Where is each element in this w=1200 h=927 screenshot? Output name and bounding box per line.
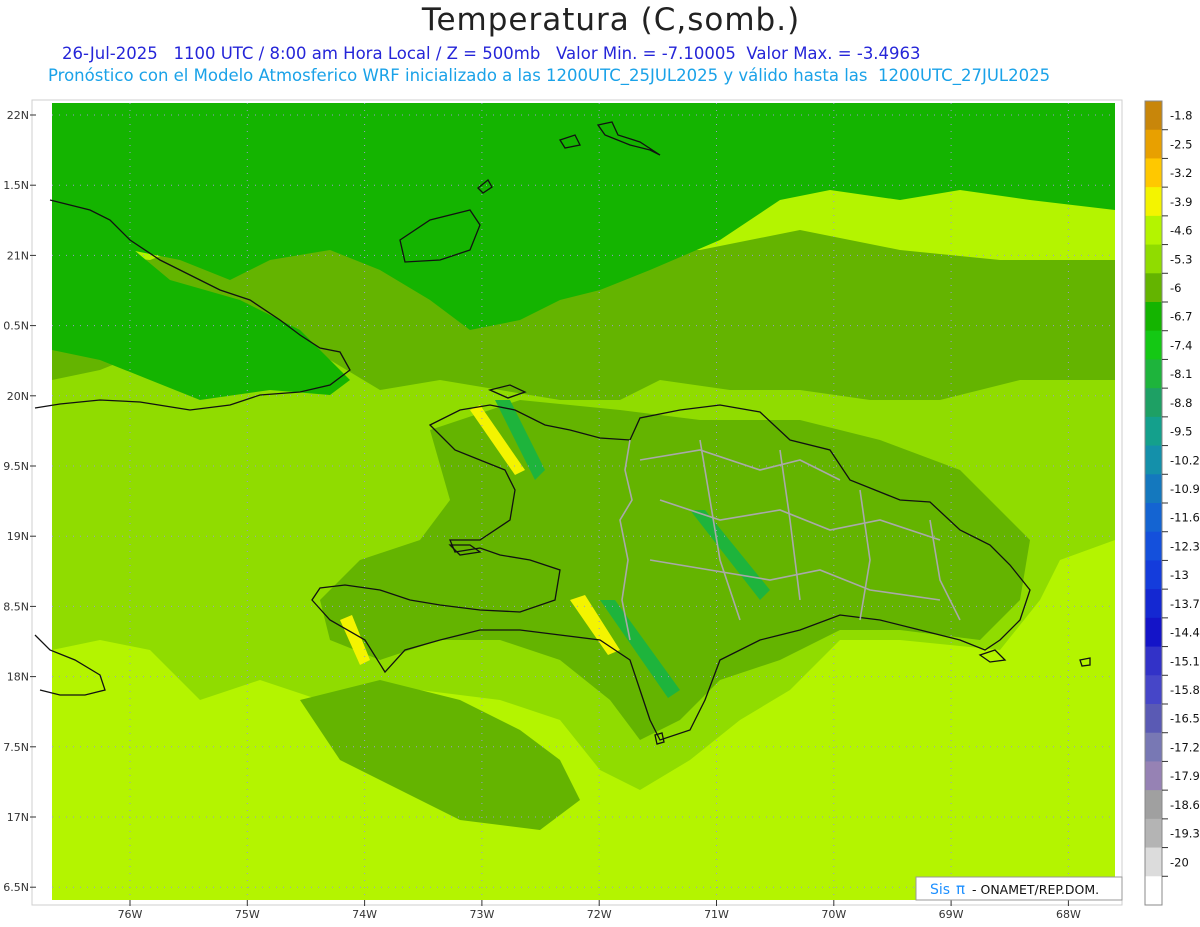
color-swatch (1145, 101, 1162, 131)
color-swatch (1145, 847, 1162, 877)
color-swatch (1145, 646, 1162, 676)
colorbar-label: -11.6 (1170, 511, 1200, 525)
color-swatch (1145, 761, 1162, 791)
colorbar-label: -4.6 (1170, 224, 1192, 238)
map-figure: Temperatura (C,somb.) 26-Jul-2025 1100 U… (0, 0, 1200, 927)
colorbar-label: -15.8 (1170, 683, 1200, 697)
attribution-org: - ONAMET/REP.DOM. (972, 882, 1099, 897)
lon-label: 76W (118, 908, 143, 921)
lat-label: 0.5N (3, 320, 29, 333)
color-swatch (1145, 273, 1162, 303)
color-swatch (1145, 732, 1162, 762)
colorbar-label: -10.9 (1170, 482, 1200, 496)
color-swatch (1145, 589, 1162, 619)
color-swatch (1145, 416, 1162, 447)
lon-label: 74W (352, 908, 377, 921)
lat-label: 17N (7, 811, 29, 824)
color-swatch (1145, 617, 1162, 648)
colorbar-label: -9.5 (1170, 425, 1192, 439)
lon-label: 75W (235, 908, 260, 921)
colorbar-label: -6 (1170, 281, 1181, 295)
colorbar-label: -15.1 (1170, 654, 1200, 668)
lon-label: 73W (469, 908, 494, 921)
colorbar-label: -17.2 (1170, 740, 1200, 754)
color-swatch (1145, 560, 1162, 590)
map-canvas: 22N 1.5N 21N 0.5N 20N 9.5N 19N 8.5N 18N 7.5N 17N 6.… (3, 99, 1200, 921)
attribution-pi-icon: π (956, 880, 965, 898)
colorbar-label: -13.7 (1170, 597, 1200, 611)
color-swatch (1145, 531, 1162, 561)
color-swatch (1145, 876, 1162, 906)
lat-label: 7.5N (3, 741, 29, 754)
colorbar-label: -20 (1170, 855, 1189, 869)
color-swatch (1145, 187, 1162, 217)
colorbar-label: -10.2 (1170, 453, 1200, 467)
colorbar-label: -18.6 (1170, 798, 1200, 812)
color-swatch (1145, 503, 1162, 533)
color-swatch (1145, 704, 1162, 734)
color-swatch (1145, 244, 1162, 274)
color-swatch (1145, 675, 1162, 705)
color-swatch (1145, 790, 1162, 820)
colorbar-label: -3.9 (1170, 195, 1192, 209)
latitude-labels: 22N 1.5N 21N 0.5N 20N 9.5N 19N 8.5N 18N 7.5N 17N 6.… (3, 109, 36, 894)
color-swatch (1145, 302, 1162, 332)
color-swatch (1145, 330, 1162, 360)
lat-label: 9.5N (3, 460, 29, 473)
colorbar-label: -13 (1170, 568, 1189, 582)
lon-label: 68W (1056, 908, 1081, 921)
colorbar-label: -12.3 (1170, 539, 1200, 553)
lat-label: 1.5N (3, 179, 29, 192)
colorbar-label: -6.7 (1170, 310, 1192, 324)
colorbar-label: -16.5 (1170, 712, 1200, 726)
lon-label: 71W (704, 908, 729, 921)
lat-label: 21N (7, 249, 29, 262)
colorbar-label: -19.3 (1170, 827, 1200, 841)
lat-label: 6.5N (3, 881, 29, 894)
colorbar-label: -14.4 (1170, 626, 1200, 640)
colorbar-label: -17.9 (1170, 769, 1200, 783)
color-swatch (1145, 445, 1162, 475)
lon-label: 70W (821, 908, 846, 921)
colorbar-label: -8.8 (1170, 396, 1192, 410)
attribution-box: Sis π - ONAMET/REP.DOM. (915, 876, 1123, 901)
colorbar-label: -3.2 (1170, 166, 1192, 180)
colorbar-label: -5.3 (1170, 252, 1192, 266)
colorbar-label: -7.4 (1170, 338, 1192, 352)
color-swatch (1145, 129, 1162, 159)
colorbar-label: -2.5 (1170, 137, 1192, 151)
lat-label: 20N (7, 390, 29, 403)
color-swatch (1145, 158, 1162, 188)
lat-label: 22N (7, 109, 29, 122)
temperature-field (52, 103, 1115, 900)
color-swatch (1145, 215, 1162, 246)
lat-label: 19N (7, 530, 29, 543)
lon-label: 69W (939, 908, 964, 921)
color-swatch (1145, 474, 1162, 504)
color-scale: -1.8 -2.5 -3.2 -3.9 -4.6 -5.3 -6 -6.7 -7.4 -8.1 -8… (1144, 100, 1200, 906)
lat-label: 18N (7, 671, 29, 684)
color-swatch (1145, 818, 1162, 849)
colorbar-label: -8.1 (1170, 367, 1192, 381)
lat-label: 8.5N (3, 600, 29, 613)
color-swatch (1145, 388, 1162, 418)
colorbar-label: -1.8 (1170, 109, 1192, 123)
lon-label: 72W (587, 908, 612, 921)
attribution-sis: Sis (930, 882, 950, 898)
color-swatch (1145, 359, 1162, 389)
